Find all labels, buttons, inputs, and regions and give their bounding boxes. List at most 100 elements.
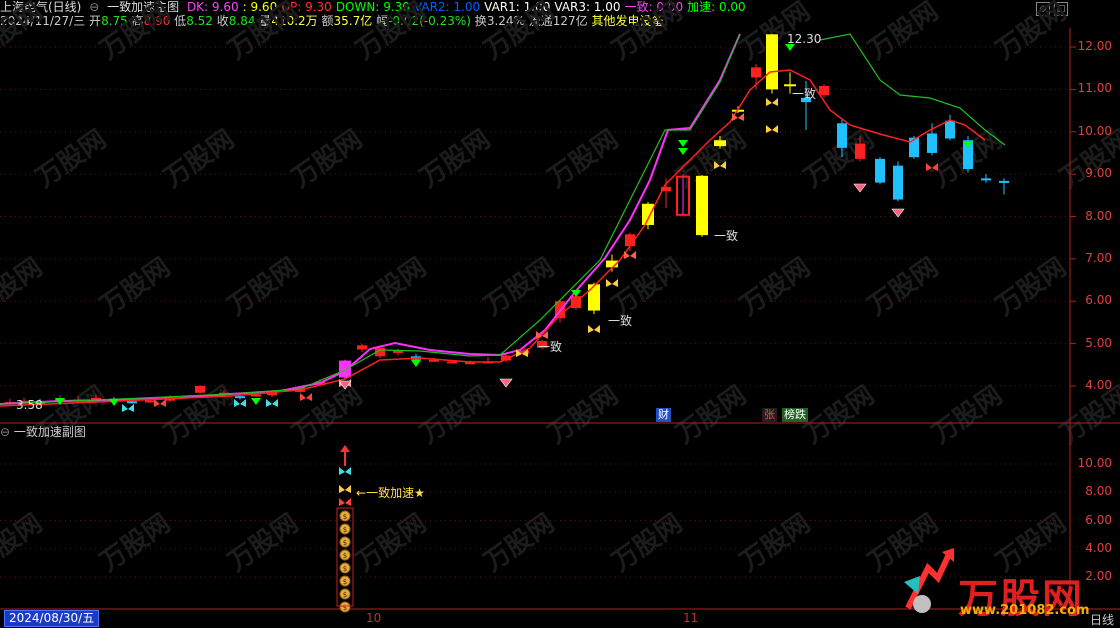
collapse-icon[interactable]: ⊖ [0, 425, 10, 439]
sub-panel-name: 一致加速副图 [13, 425, 86, 439]
candle-body [999, 180, 1009, 183]
candle-body [981, 178, 991, 181]
watermark-text: 万股网 [351, 0, 432, 66]
watermark-text: 万股网 [479, 0, 560, 66]
candle-body [357, 345, 367, 350]
butterfly-icon [588, 325, 600, 333]
price-axis-label: 7.00 [1085, 250, 1112, 265]
candle-body [339, 360, 351, 378]
candle-body [784, 84, 796, 87]
butterfly-icon [154, 399, 166, 407]
coin-symbol: $ [343, 591, 347, 599]
watermark-text: 万股网 [95, 252, 176, 321]
candle-body [766, 34, 778, 90]
candle-body [927, 133, 937, 153]
butterfly-icon [766, 98, 778, 106]
watermark-text: 万股网 [31, 124, 112, 193]
butterfly-icon [606, 279, 618, 287]
watermark-text: 万股网 [95, 508, 176, 577]
arrow-down-icon [678, 140, 688, 147]
star-icon: ★ [414, 486, 425, 500]
sub-panel-title[interactable]: ⊖ 一致加速副图 [0, 424, 86, 440]
watermark-text: 万股网 [415, 380, 496, 449]
price-grid [0, 46, 1076, 578]
watermark-text: 万股网 [799, 380, 880, 449]
candle-body [855, 143, 865, 159]
arrow-down-icon [678, 148, 688, 155]
price-axis-label: 8.00 [1085, 208, 1112, 223]
candle-body [893, 165, 903, 200]
candle-body [909, 137, 919, 158]
watermark-text: 万股网 [863, 252, 944, 321]
watermark-text: 万股网 [991, 0, 1072, 66]
sub-axis-label: 6.00 [1085, 512, 1112, 527]
brand-logo-icon [904, 548, 954, 613]
diamond-icon [891, 208, 905, 218]
watermark-text: 万股网 [543, 380, 624, 449]
watermark-text: 万股网 [223, 508, 304, 577]
price-axis-label: 12.00 [1077, 39, 1112, 53]
watermark-text: 万股网 [671, 380, 752, 449]
price-axis-label: 6.00 [1085, 293, 1112, 308]
arrow-up-icon [340, 445, 350, 466]
price-chart[interactable]: 万股网 万股网 万股网 万股网 万股网 万股网 万股网 万股网 万股网万股网 万股网 万股网 万股网万… [0, 0, 1120, 628]
watermark-text: 万股网 [543, 124, 624, 193]
brand-url: www.201082.com [960, 603, 1090, 618]
candle-body [588, 284, 600, 311]
x-label-11: 11 [683, 611, 699, 625]
sub-signal-label: ←一致加速★ [356, 486, 425, 500]
butterfly-icon [122, 404, 134, 412]
diamond-icon [853, 183, 867, 193]
butterfly-icon [732, 113, 744, 121]
signal-icons: $ $ $ $ $ $ $ $ [55, 44, 973, 613]
candle-body [714, 140, 726, 147]
watermark-text: 万股网 [479, 252, 560, 321]
watermark-text: 万股网 [351, 252, 432, 321]
watermark-text: 万股网 [607, 508, 688, 577]
watermark-text: 万股网 [223, 252, 304, 321]
watermark-text: 万股网 [927, 380, 1008, 449]
high-price-label: 12.30 [787, 32, 822, 46]
butterfly-icon [300, 393, 312, 401]
watermark-text: 万股网 [287, 124, 368, 193]
bang-badge[interactable]: 榜跌 [782, 408, 808, 422]
watermark-text: 万股网 [95, 0, 176, 66]
price-axis-label: 4.00 [1085, 378, 1112, 392]
watermark-text: 万股网 [223, 0, 304, 66]
zhang-badge[interactable]: 张 [762, 408, 777, 422]
candle-body [819, 85, 829, 96]
butterfly-icon [339, 467, 351, 475]
watermark-text: 万股网 [991, 252, 1072, 321]
x-label-10: 10 [366, 611, 382, 625]
candle-body [945, 120, 955, 139]
candle-body [235, 396, 245, 399]
sub-signal-text: 一致加速 [366, 486, 415, 500]
period-label[interactable]: 日线 [1090, 611, 1114, 628]
candle-body [642, 203, 654, 225]
candle-body [751, 67, 761, 78]
butterfly-icon [266, 399, 278, 407]
watermark-text: 万股网 [0, 0, 48, 66]
watermark-text: 万股网 [0, 252, 48, 321]
price-axis-label: 5.00 [1085, 335, 1112, 350]
coin-symbol: $ [343, 526, 347, 534]
yizhi-label-3: 一致 [714, 229, 739, 243]
coin-symbol: $ [343, 539, 347, 547]
coin-symbol: $ [343, 552, 347, 560]
price-axis-label: 10.00 [1077, 123, 1112, 138]
arrow-down-icon [411, 360, 421, 367]
sub-axis-label: 4.00 [1085, 540, 1112, 555]
watermark-text: 万股网 [159, 124, 240, 193]
yizhi-label-1: 一致 [538, 340, 563, 354]
butterfly-icon [339, 498, 351, 506]
cai-badge[interactable]: 财 [656, 408, 671, 422]
yizhi-label-2: 一致 [608, 314, 633, 328]
arrow-down-icon [251, 398, 261, 405]
watermark-layer: 万股网 万股网 万股网 万股网 万股网 万股网 万股网 万股网 万股网万股网 万股网 万股网 万股网万… [0, 0, 1120, 578]
candle-body [837, 123, 847, 148]
watermark-text: 万股网 [0, 508, 48, 577]
price-axis-label: 11.00 [1077, 81, 1112, 96]
coin-symbol: $ [343, 513, 347, 521]
low-price-label: 3.58 [16, 398, 43, 412]
butterfly-icon [766, 125, 778, 133]
